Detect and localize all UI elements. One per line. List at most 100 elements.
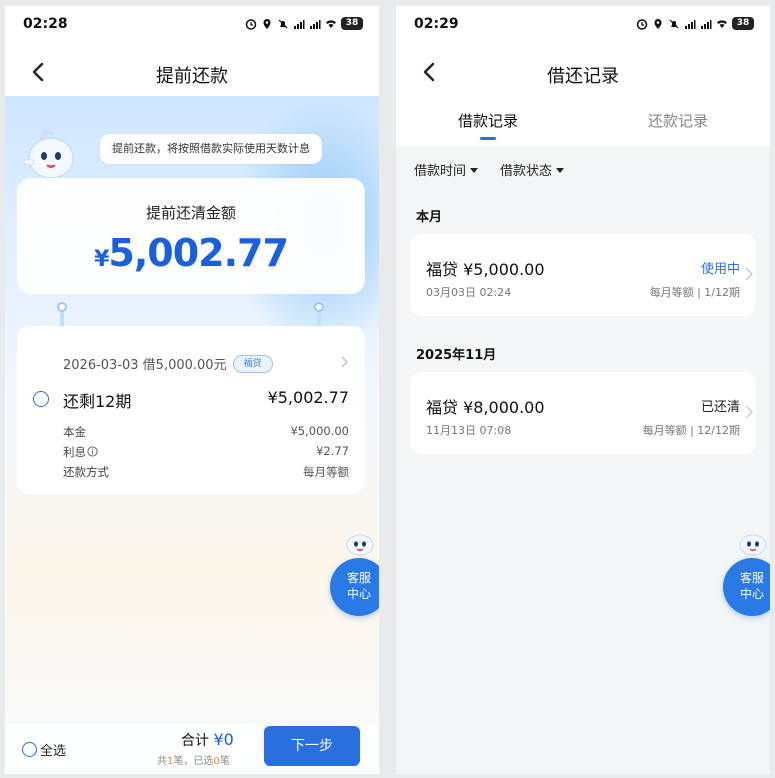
chevron-right-icon	[745, 405, 753, 419]
caret-down-icon	[470, 168, 479, 173]
principal-row: 本金 ¥5,000.00	[63, 424, 349, 442]
loan-radio[interactable]	[33, 391, 49, 407]
sum-label: 合计	[181, 733, 209, 749]
group-title-this-month: 本月	[416, 210, 443, 225]
alarm-icon	[636, 18, 648, 30]
location-icon	[263, 18, 271, 29]
record-status: 已还清	[700, 400, 740, 415]
record-meta: 每月等额 | 12/12期	[642, 424, 740, 437]
caret-down-icon	[556, 168, 565, 173]
signal-5g-icon	[294, 19, 305, 29]
repay-method-row: 还款方式 每月等额	[63, 464, 349, 482]
payoff-amount-value: ¥5,002.77	[17, 231, 365, 275]
signal-5g-icon	[310, 19, 321, 29]
record-tabs: 借款记录 还款记录	[396, 106, 770, 146]
group-title-nov-2025: 2025年11月	[416, 348, 497, 363]
repay-method-value: 每月等额	[303, 465, 349, 479]
bottom-bar: 全选 合计 ¥0 共1笔，已选0笔 下一步	[5, 724, 379, 774]
location-icon	[654, 18, 662, 29]
payoff-amount-number: 5,002.77	[108, 231, 289, 275]
mascot-icon	[23, 130, 74, 179]
service-label-2: 中心	[739, 587, 764, 601]
interest-tip: 提前还款，将按照借款实际使用天数计息	[100, 134, 322, 164]
repay-method-label: 还款方式	[63, 465, 109, 479]
battery-icon: 38	[732, 17, 754, 30]
sum-amount: ¥0	[213, 730, 234, 749]
currency-symbol: ¥	[94, 247, 109, 272]
record-name: 福贷 ¥8,000.00	[426, 398, 545, 417]
chevron-right-icon	[745, 267, 753, 281]
page-title: 借还记录	[547, 66, 619, 87]
filter-bar: 借款时间 借款状态	[414, 160, 565, 179]
record-method: 每月等额	[642, 424, 687, 437]
mute-bell-icon	[669, 19, 679, 28]
loan-record-card[interactable]: 福贷 ¥5,000.00 03月03日 02:24 使用中 每月等额 | 1/1…	[410, 234, 756, 316]
status-icons: 38	[245, 17, 363, 30]
filter-loan-time-label: 借款时间	[414, 164, 467, 179]
select-all-toggle[interactable]: 全选	[22, 740, 66, 759]
signal-5g-icon	[685, 19, 696, 29]
nav-bar: 借还记录	[396, 50, 770, 94]
remaining-periods: 还剩12期	[63, 392, 132, 411]
battery-icon: 38	[341, 17, 363, 30]
record-meta: 每月等额 | 1/12期	[649, 286, 740, 299]
mascot-mini-icon	[346, 534, 374, 556]
loan-select-row[interactable]: 还剩12期 ¥5,002.77	[33, 388, 349, 412]
loan-total-amount: ¥5,002.77	[267, 388, 349, 407]
filter-loan-status-label: 借款状态	[500, 164, 553, 179]
record-time: 03月03日 02:24	[426, 286, 512, 299]
select-all-radio[interactable]	[22, 742, 37, 757]
status-time: 02:29	[414, 16, 459, 32]
customer-service-button[interactable]: 客服 中心	[723, 558, 770, 616]
select-all-label: 全选	[40, 744, 67, 759]
principal-value: ¥5,000.00	[290, 424, 349, 438]
page-title: 提前还款	[156, 66, 228, 87]
status-bar: 02:28 38	[5, 6, 379, 44]
sum-total: 合计 ¥0	[181, 730, 234, 750]
next-step-button[interactable]: 下一步	[264, 726, 360, 766]
summary-prefix: 共	[157, 756, 167, 767]
service-label-1: 客服	[739, 571, 764, 585]
filter-loan-time[interactable]: 借款时间	[414, 160, 479, 179]
service-label-1: 客服	[346, 571, 371, 585]
signal-5g-icon	[701, 19, 712, 29]
info-icon[interactable]	[87, 446, 98, 457]
service-label-2: 中心	[346, 587, 371, 601]
payoff-amount-label: 提前还清金额	[145, 204, 236, 222]
selection-summary: 共1笔，已选0笔	[157, 752, 230, 767]
mascot-mini-icon	[739, 534, 767, 556]
tab-repay-records[interactable]: 还款记录	[648, 110, 708, 131]
mute-bell-icon	[278, 19, 288, 28]
payoff-amount-card: 提前还清金额 ¥5,002.77	[17, 178, 365, 294]
status-time: 02:28	[23, 16, 68, 32]
wifi-icon	[717, 19, 727, 28]
summary-suffix: 笔	[219, 756, 230, 767]
principal-label: 本金	[63, 425, 86, 439]
filter-loan-status[interactable]: 借款状态	[500, 160, 565, 179]
tab-loan-records[interactable]: 借款记录	[458, 110, 518, 131]
loan-product-tag: 福贷	[232, 354, 273, 373]
wifi-icon	[326, 19, 336, 28]
loan-header[interactable]: 2026-03-03 借5,000.00元 福贷	[63, 354, 273, 373]
interest-row: 利息 ¥2.77	[63, 444, 349, 462]
record-progress: 1/12期	[704, 286, 740, 299]
loan-card[interactable]: 2026-03-03 借5,000.00元 福贷 还剩12期 ¥5,002.77…	[17, 326, 365, 494]
record-status: 使用中	[700, 262, 740, 277]
interest-value: ¥2.77	[316, 444, 349, 458]
interest-label: 利息	[63, 445, 86, 459]
summary-mid: 笔，已选	[173, 756, 214, 767]
active-tab-indicator	[480, 137, 496, 140]
status-icons: 38	[636, 17, 754, 30]
record-method: 每月等额	[649, 286, 694, 299]
chevron-right-icon[interactable]	[339, 356, 349, 368]
record-name: 福贷 ¥5,000.00	[426, 260, 545, 279]
alarm-icon	[245, 18, 257, 30]
loan-record-card[interactable]: 福贷 ¥8,000.00 11月13日 07:08 已还清 每月等额 | 12/…	[410, 372, 756, 454]
record-progress: 12/12期	[697, 424, 740, 437]
nav-bar: 提前还款	[5, 50, 379, 94]
right-screen: 02:29 38 借还记录 借款记录 还款记录 借款时间 借款状态 本月 福贷 …	[396, 6, 770, 774]
left-screen: 02:28 38 提前还款 提前还款，将按照借款实际使用天数计息 提前还清金额 …	[5, 6, 379, 774]
customer-service-button[interactable]: 客服 中心	[330, 558, 379, 616]
record-time: 11月13日 07:08	[426, 424, 512, 437]
loan-header-text: 2026-03-03 借5,000.00元	[63, 358, 227, 373]
